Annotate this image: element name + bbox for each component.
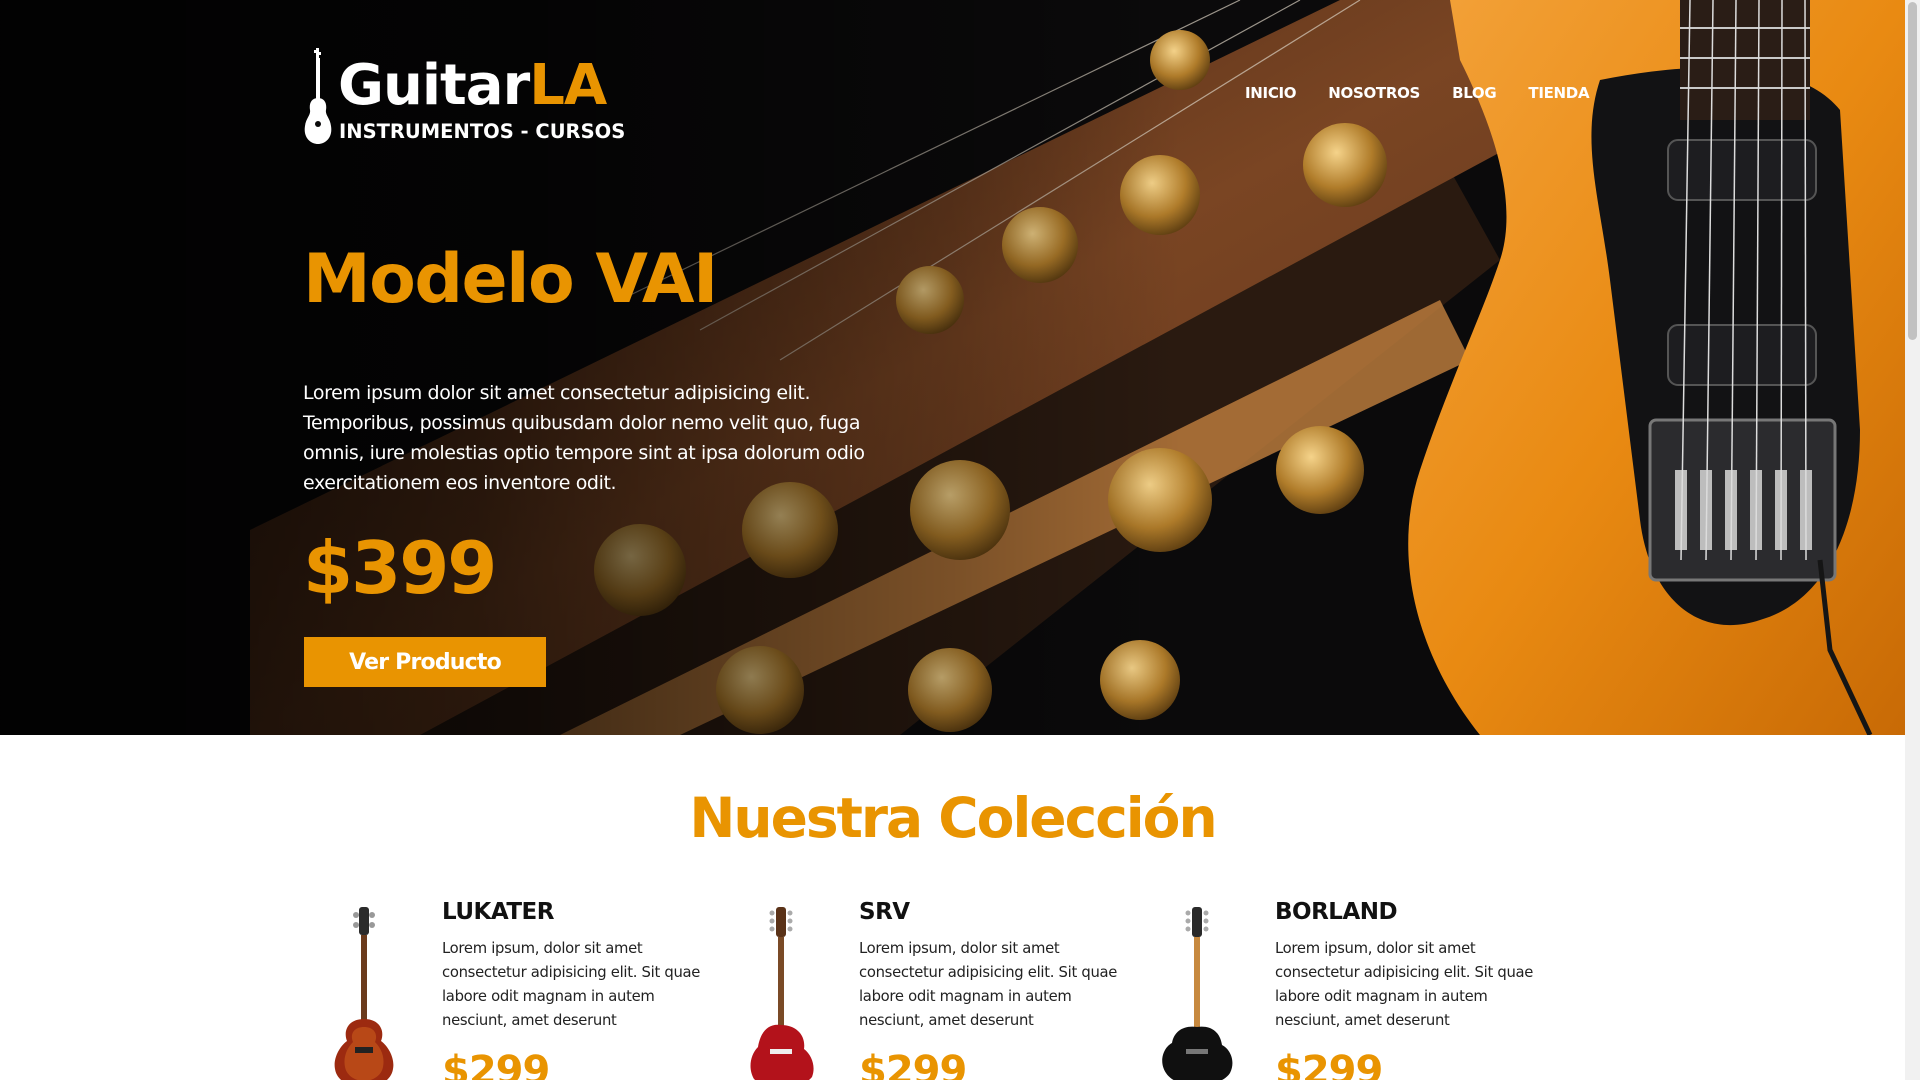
product-card-borland[interactable]: BORLAND Lorem ipsum, dolor sit amet cons… [1136, 895, 1536, 1080]
product-price: $299 [859, 1048, 967, 1080]
product-price: $299 [1275, 1048, 1383, 1080]
product-card-lukater[interactable]: LUKATER Lorem ipsum, dolor sit amet cons… [303, 895, 703, 1080]
logo-word-accent: LA [529, 53, 607, 118]
product-card-srv[interactable]: SRV Lorem ipsum, dolor sit amet consecte… [720, 895, 1120, 1080]
page-scrollbar[interactable] [1905, 0, 1920, 1080]
logo-wordmark: GuitarLA [338, 53, 607, 118]
nav-link-tienda[interactable]: TIENDA [1528, 84, 1589, 102]
hero-section: GuitarLA INSTRUMENTOS - CURSOS INICIO NO… [0, 0, 1905, 735]
hero-description: Lorem ipsum dolor sit amet consectetur a… [303, 382, 865, 494]
nav-link-blog[interactable]: BLOG [1452, 84, 1497, 102]
product-name: BORLAND [1275, 899, 1398, 925]
hero-title: Modelo VAI [303, 240, 718, 319]
main-navigation: INICIO NOSOTROS BLOG TIENDA [1245, 84, 1590, 102]
hero-overlay [0, 0, 1905, 735]
product-description: Lorem ipsum, dolor sit amet consectetur … [1275, 940, 1534, 1029]
product-price: $299 [442, 1048, 550, 1080]
scrollbar-thumb[interactable] [1908, 2, 1917, 340]
product-description: Lorem ipsum, dolor sit amet consectetur … [859, 940, 1118, 1029]
logo-tagline: INSTRUMENTOS - CURSOS [339, 120, 626, 143]
nav-link-nosotros[interactable]: NOSOTROS [1328, 84, 1420, 102]
product-name: LUKATER [442, 899, 554, 925]
nav-link-inicio[interactable]: INICIO [1245, 84, 1297, 102]
collection-title: Nuestra Colección [689, 786, 1217, 850]
product-name: SRV [859, 899, 910, 925]
logo-word-main: Guitar [338, 53, 530, 118]
guitar-product-image [1162, 907, 1233, 1080]
product-description: Lorem ipsum, dolor sit amet consectetur … [442, 940, 701, 1029]
view-product-button[interactable]: Ver Producto [304, 637, 546, 687]
site-logo[interactable]: GuitarLA INSTRUMENTOS - CURSOS [303, 46, 626, 146]
hero-price: $399 [303, 526, 497, 610]
guitar-silhouette-icon [304, 48, 332, 144]
guitar-product-image [334, 907, 394, 1080]
guitar-product-image [750, 907, 814, 1080]
